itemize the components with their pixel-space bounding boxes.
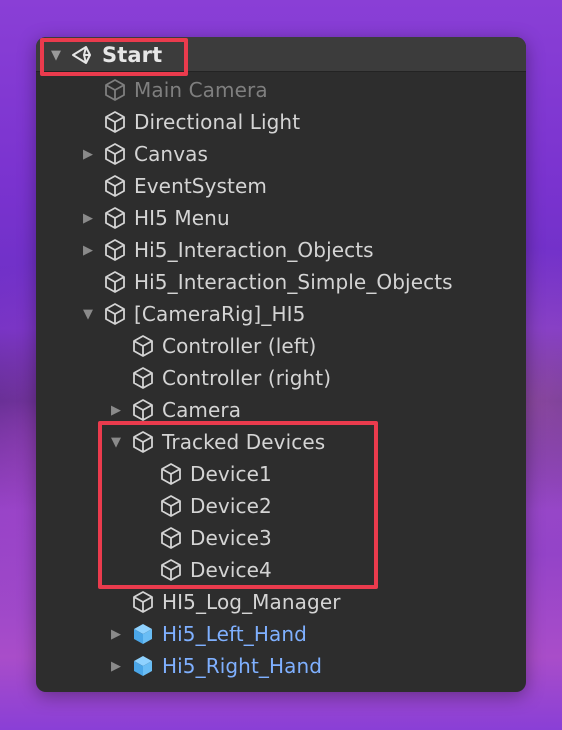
hierarchy-item-label: [CameraRig]_HI5 — [134, 302, 306, 326]
collapse-arrow-icon[interactable]: ▶ — [108, 402, 124, 418]
hierarchy-item-label: Hi5_Interaction_Simple_Objects — [134, 270, 453, 294]
hierarchy-item-label: Camera — [162, 398, 242, 422]
hierarchy-item-hi5-left-hand[interactable]: ▶ Hi5_Left_Hand — [108, 618, 307, 650]
gameobject-cube-icon — [105, 239, 125, 261]
gameobject-cube-icon — [105, 303, 125, 325]
hierarchy-item-label: HI5 Menu — [134, 206, 230, 230]
gameobject-cube-icon — [105, 111, 125, 133]
arrow-placeholder — [80, 114, 96, 130]
gameobject-cube-icon — [133, 335, 153, 357]
collapse-arrow-icon[interactable]: ▶ — [108, 658, 124, 674]
gameobject-cube-icon — [105, 143, 125, 165]
hierarchy-item-label: Controller (right) — [162, 366, 332, 390]
arrow-placeholder — [80, 178, 96, 194]
hierarchy-item-controller-left[interactable]: Controller (left) — [108, 330, 316, 362]
hierarchy-panel: ▼ Start Main Camera Directional Light ▶ … — [36, 37, 526, 692]
gameobject-cube-icon — [105, 271, 125, 293]
hierarchy-item-camerarig-hi5[interactable]: ▼ [CameraRig]_HI5 — [80, 298, 305, 330]
collapse-arrow-icon[interactable]: ▶ — [80, 242, 96, 258]
prefab-cube-icon — [134, 624, 152, 644]
arrow-placeholder — [108, 594, 124, 610]
highlight-box-scene — [40, 38, 188, 76]
hierarchy-item-canvas[interactable]: ▶ Canvas — [80, 138, 208, 170]
hierarchy-item-label: Canvas — [134, 142, 209, 166]
hierarchy-item-label: Directional Light — [134, 110, 301, 134]
gameobject-cube-icon — [105, 207, 125, 229]
arrow-placeholder — [80, 82, 96, 98]
hierarchy-item-hi5-right-hand[interactable]: ▶ Hi5_Right_Hand — [108, 650, 322, 682]
hierarchy-item-hi5-menu[interactable]: ▶ HI5 Menu — [80, 202, 230, 234]
collapse-arrow-icon[interactable]: ▶ — [80, 146, 96, 162]
hierarchy-item-eventsystem[interactable]: EventSystem — [80, 170, 267, 202]
hierarchy-item-main-camera[interactable]: Main Camera — [80, 74, 268, 106]
gameobject-cube-icon — [133, 367, 153, 389]
arrow-placeholder — [80, 274, 96, 290]
gameobject-cube-icon — [133, 399, 153, 421]
gameobject-cube-icon — [105, 175, 125, 197]
hierarchy-item-label: Hi5_Left_Hand — [162, 622, 307, 646]
collapse-arrow-icon[interactable]: ▶ — [80, 210, 96, 226]
prefab-cube-icon — [134, 656, 152, 676]
gameobject-cube-icon — [105, 79, 125, 101]
hierarchy-item-label: Controller (left) — [162, 334, 317, 358]
hierarchy-item-hi5-log-manager[interactable]: HI5_Log_Manager — [108, 586, 341, 618]
highlight-box-tracked-devices — [98, 421, 378, 589]
hierarchy-item-hi5-interaction-simple-objects[interactable]: Hi5_Interaction_Simple_Objects — [80, 266, 453, 298]
hierarchy-item-label: Main Camera — [134, 78, 268, 102]
expand-arrow-icon[interactable]: ▼ — [80, 306, 96, 322]
collapse-arrow-icon[interactable]: ▶ — [108, 626, 124, 642]
hierarchy-item-hi5-interaction-objects[interactable]: ▶ Hi5_Interaction_Objects — [80, 234, 374, 266]
arrow-placeholder — [108, 370, 124, 386]
hierarchy-item-label: Hi5_Right_Hand — [162, 654, 323, 678]
hierarchy-item-label: EventSystem — [134, 174, 267, 198]
hierarchy-item-label: Hi5_Interaction_Objects — [134, 238, 374, 262]
hierarchy-item-label: HI5_Log_Manager — [162, 590, 341, 614]
hierarchy-item-controller-right[interactable]: Controller (right) — [108, 362, 331, 394]
hierarchy-item-directional-light[interactable]: Directional Light — [80, 106, 300, 138]
arrow-placeholder — [108, 338, 124, 354]
gameobject-cube-icon — [133, 591, 153, 613]
